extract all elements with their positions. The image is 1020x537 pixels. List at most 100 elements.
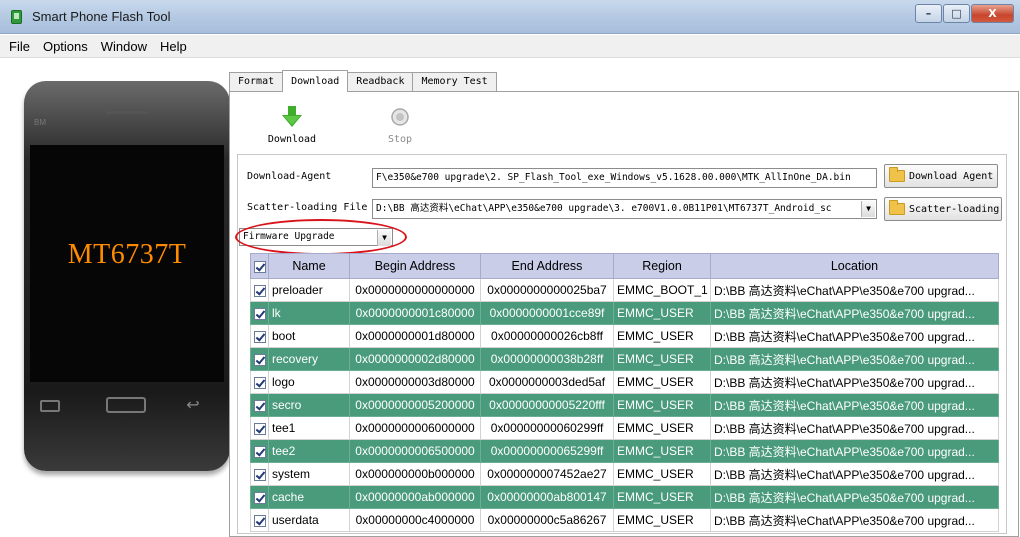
row-checkbox[interactable]: [250, 439, 269, 463]
phone-brand: BM: [34, 118, 46, 127]
column-header-name[interactable]: Name: [268, 253, 350, 279]
download-arrow-icon: [282, 106, 302, 127]
scatter-file-combo[interactable]: D:\BB 高达资料\eChat\APP\e350&e700 upgrade\3…: [372, 199, 877, 219]
row-checkbox[interactable]: [250, 393, 269, 417]
column-header-location[interactable]: Location: [710, 253, 999, 279]
region: EMMC_USER: [613, 370, 711, 394]
region: EMMC_USER: [613, 508, 711, 532]
begin-address: 0x0000000005200000: [349, 393, 481, 417]
region: EMMC_USER: [613, 393, 711, 417]
main-panel: Format Download Readback Memory Test Dow…: [229, 70, 1020, 537]
folder-icon: [889, 167, 905, 182]
download-agent-button[interactable]: Download Agent: [884, 164, 998, 188]
row-checkbox[interactable]: [250, 416, 269, 440]
partition-name: recovery: [268, 347, 350, 371]
row-checkbox[interactable]: [250, 278, 269, 302]
scatter-file-value: D:\BB 高达资料\eChat\APP\e350&e700 upgrade\3…: [376, 203, 832, 214]
end-address: 0x0000000000025ba7: [480, 278, 614, 302]
tab-readback[interactable]: Readback: [347, 72, 414, 92]
region: EMMC_USER: [613, 347, 711, 371]
begin-address: 0x0000000002d80000: [349, 347, 481, 371]
stop-button[interactable]: Stop: [370, 106, 430, 145]
region: EMMC_USER: [613, 462, 711, 486]
column-header-begin-address[interactable]: Begin Address: [349, 253, 481, 279]
location: D:\BB 高达资料\eChat\APP\e350&e700 upgrad...: [710, 416, 999, 440]
checkbox-icon: [253, 376, 266, 389]
menu-options[interactable]: Options: [43, 39, 88, 54]
end-address: 0x00000000c5a86267: [480, 508, 614, 532]
download-settings-group: Download-Agent F\e350&e700 upgrade\2. SP…: [235, 154, 1007, 534]
end-address: 0x00000000026cb8ff: [480, 324, 614, 348]
app-icon: [11, 10, 22, 24]
download-mode-value: Firmware Upgrade: [243, 231, 335, 242]
column-header-region[interactable]: Region: [613, 253, 711, 279]
partition-name: boot: [268, 324, 350, 348]
location: D:\BB 高达资料\eChat\APP\e350&e700 upgrad...: [710, 347, 999, 371]
download-mode-select[interactable]: Firmware Upgrade ▼: [239, 228, 393, 246]
table-row[interactable]: tee1 0x0000000006000000 0x00000000060299ff…: [250, 416, 999, 440]
download-agent-button-label: Download Agent: [909, 170, 994, 182]
menu-file[interactable]: File: [9, 39, 30, 54]
scatter-loading-button[interactable]: Scatter-loading: [884, 197, 1002, 221]
title-bar: Smart Phone Flash Tool – □ X: [0, 0, 1020, 34]
column-header-end-address[interactable]: End Address: [480, 253, 614, 279]
region: EMMC_USER: [613, 324, 711, 348]
partition-name: cache: [268, 485, 350, 509]
select-all-checkbox[interactable]: [250, 253, 269, 279]
end-address: 0x00000000038b28ff: [480, 347, 614, 371]
end-address: 0x00000000065299ff: [480, 439, 614, 463]
chevron-down-icon[interactable]: ▼: [861, 201, 875, 217]
partition-name: secro: [268, 393, 350, 417]
row-checkbox[interactable]: [250, 324, 269, 348]
checkbox-icon: [253, 399, 266, 412]
back-key-icon: ↩: [186, 395, 200, 414]
row-checkbox[interactable]: [250, 485, 269, 509]
scatter-loading-button-label: Scatter-loading: [909, 203, 1000, 215]
checkbox-icon: [253, 330, 266, 343]
table-row[interactable]: recovery 0x0000000002d80000 0x00000000038b…: [250, 347, 999, 371]
menu-window[interactable]: Window: [101, 39, 147, 54]
tab-format[interactable]: Format: [229, 72, 284, 92]
phone-illustration: BM MT6737T ↩: [24, 81, 230, 471]
location: D:\BB 高达资料\eChat\APP\e350&e700 upgrad...: [710, 439, 999, 463]
end-address: 0x000000007452ae27: [480, 462, 614, 486]
region: EMMC_USER: [613, 301, 711, 325]
home-key-icon: [106, 397, 146, 413]
table-row[interactable]: preloader 0x0000000000000000 0x00000000000…: [250, 278, 999, 302]
table-row[interactable]: secro 0x0000000005200000 0x00000000005220f…: [250, 393, 999, 417]
row-checkbox[interactable]: [250, 508, 269, 532]
location: D:\BB 高达资料\eChat\APP\e350&e700 upgrad...: [710, 462, 999, 486]
tab-download[interactable]: Download: [282, 70, 349, 92]
location: D:\BB 高达资料\eChat\APP\e350&e700 upgrad...: [710, 508, 999, 532]
table-row[interactable]: userdata 0x00000000c4000000 0x00000000c5a8…: [250, 508, 999, 532]
menu-help[interactable]: Help: [160, 39, 187, 54]
row-checkbox[interactable]: [250, 462, 269, 486]
download-button[interactable]: Download: [262, 106, 322, 145]
download-agent-field[interactable]: F\e350&e700 upgrade\2. SP_Flash_Tool_exe…: [372, 168, 877, 188]
download-tab-content: Download Stop Download-Agent F\e350&e700…: [229, 91, 1019, 537]
table-row[interactable]: system 0x000000000b000000 0x000000007452ae…: [250, 462, 999, 486]
partition-name: preloader: [268, 278, 350, 302]
maximize-button[interactable]: □: [943, 4, 970, 23]
tab-memory-test[interactable]: Memory Test: [412, 72, 497, 92]
checkbox-icon: [253, 514, 266, 527]
table-row[interactable]: logo 0x0000000003d80000 0x0000000003ded5af…: [250, 370, 999, 394]
table-row[interactable]: boot 0x0000000001d80000 0x00000000026cb8ff…: [250, 324, 999, 348]
table-row[interactable]: tee2 0x0000000006500000 0x00000000065299ff…: [250, 439, 999, 463]
partition-name: tee2: [268, 439, 350, 463]
table-row[interactable]: lk 0x0000000001c80000 0x0000000001cce89f EM…: [250, 301, 999, 325]
end-address: 0x00000000005220fff: [480, 393, 614, 417]
partition-table-wrap: Name Begin Address End Address Region Lo…: [250, 253, 1000, 533]
chevron-down-icon[interactable]: ▼: [377, 230, 391, 246]
partition-name: lk: [268, 301, 350, 325]
close-button[interactable]: X: [971, 4, 1014, 23]
table-row[interactable]: cache 0x00000000ab000000 0x00000000ab80014…: [250, 485, 999, 509]
checkbox-icon: [253, 468, 266, 481]
end-address: 0x00000000ab800147: [480, 485, 614, 509]
row-checkbox[interactable]: [250, 370, 269, 394]
begin-address: 0x0000000001d80000: [349, 324, 481, 348]
row-checkbox[interactable]: [250, 347, 269, 371]
partition-name: tee1: [268, 416, 350, 440]
row-checkbox[interactable]: [250, 301, 269, 325]
minimize-button[interactable]: –: [915, 4, 942, 23]
